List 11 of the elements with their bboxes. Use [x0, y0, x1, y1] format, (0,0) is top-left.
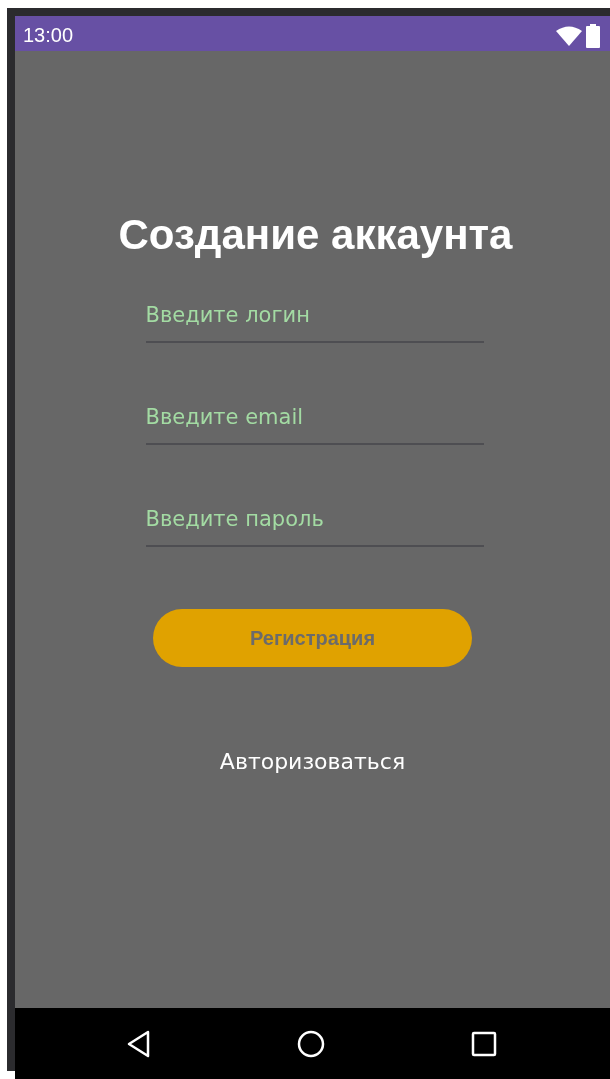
input-field[interactable]: Введите логин — [145, 295, 484, 343]
recents-icon[interactable] — [471, 1030, 498, 1057]
login-link[interactable]: Авторизоваться — [219, 749, 406, 774]
back-icon[interactable] — [125, 1029, 152, 1058]
status-time: 13:00 — [23, 24, 74, 47]
input-field[interactable]: Введите пароль — [145, 499, 484, 547]
input-field[interactable]: Введите email — [145, 397, 484, 445]
page-title: Создание аккаунта — [118, 211, 513, 259]
battery-icon — [586, 23, 600, 48]
home-icon[interactable] — [297, 1029, 326, 1058]
wifi-icon — [556, 25, 582, 46]
